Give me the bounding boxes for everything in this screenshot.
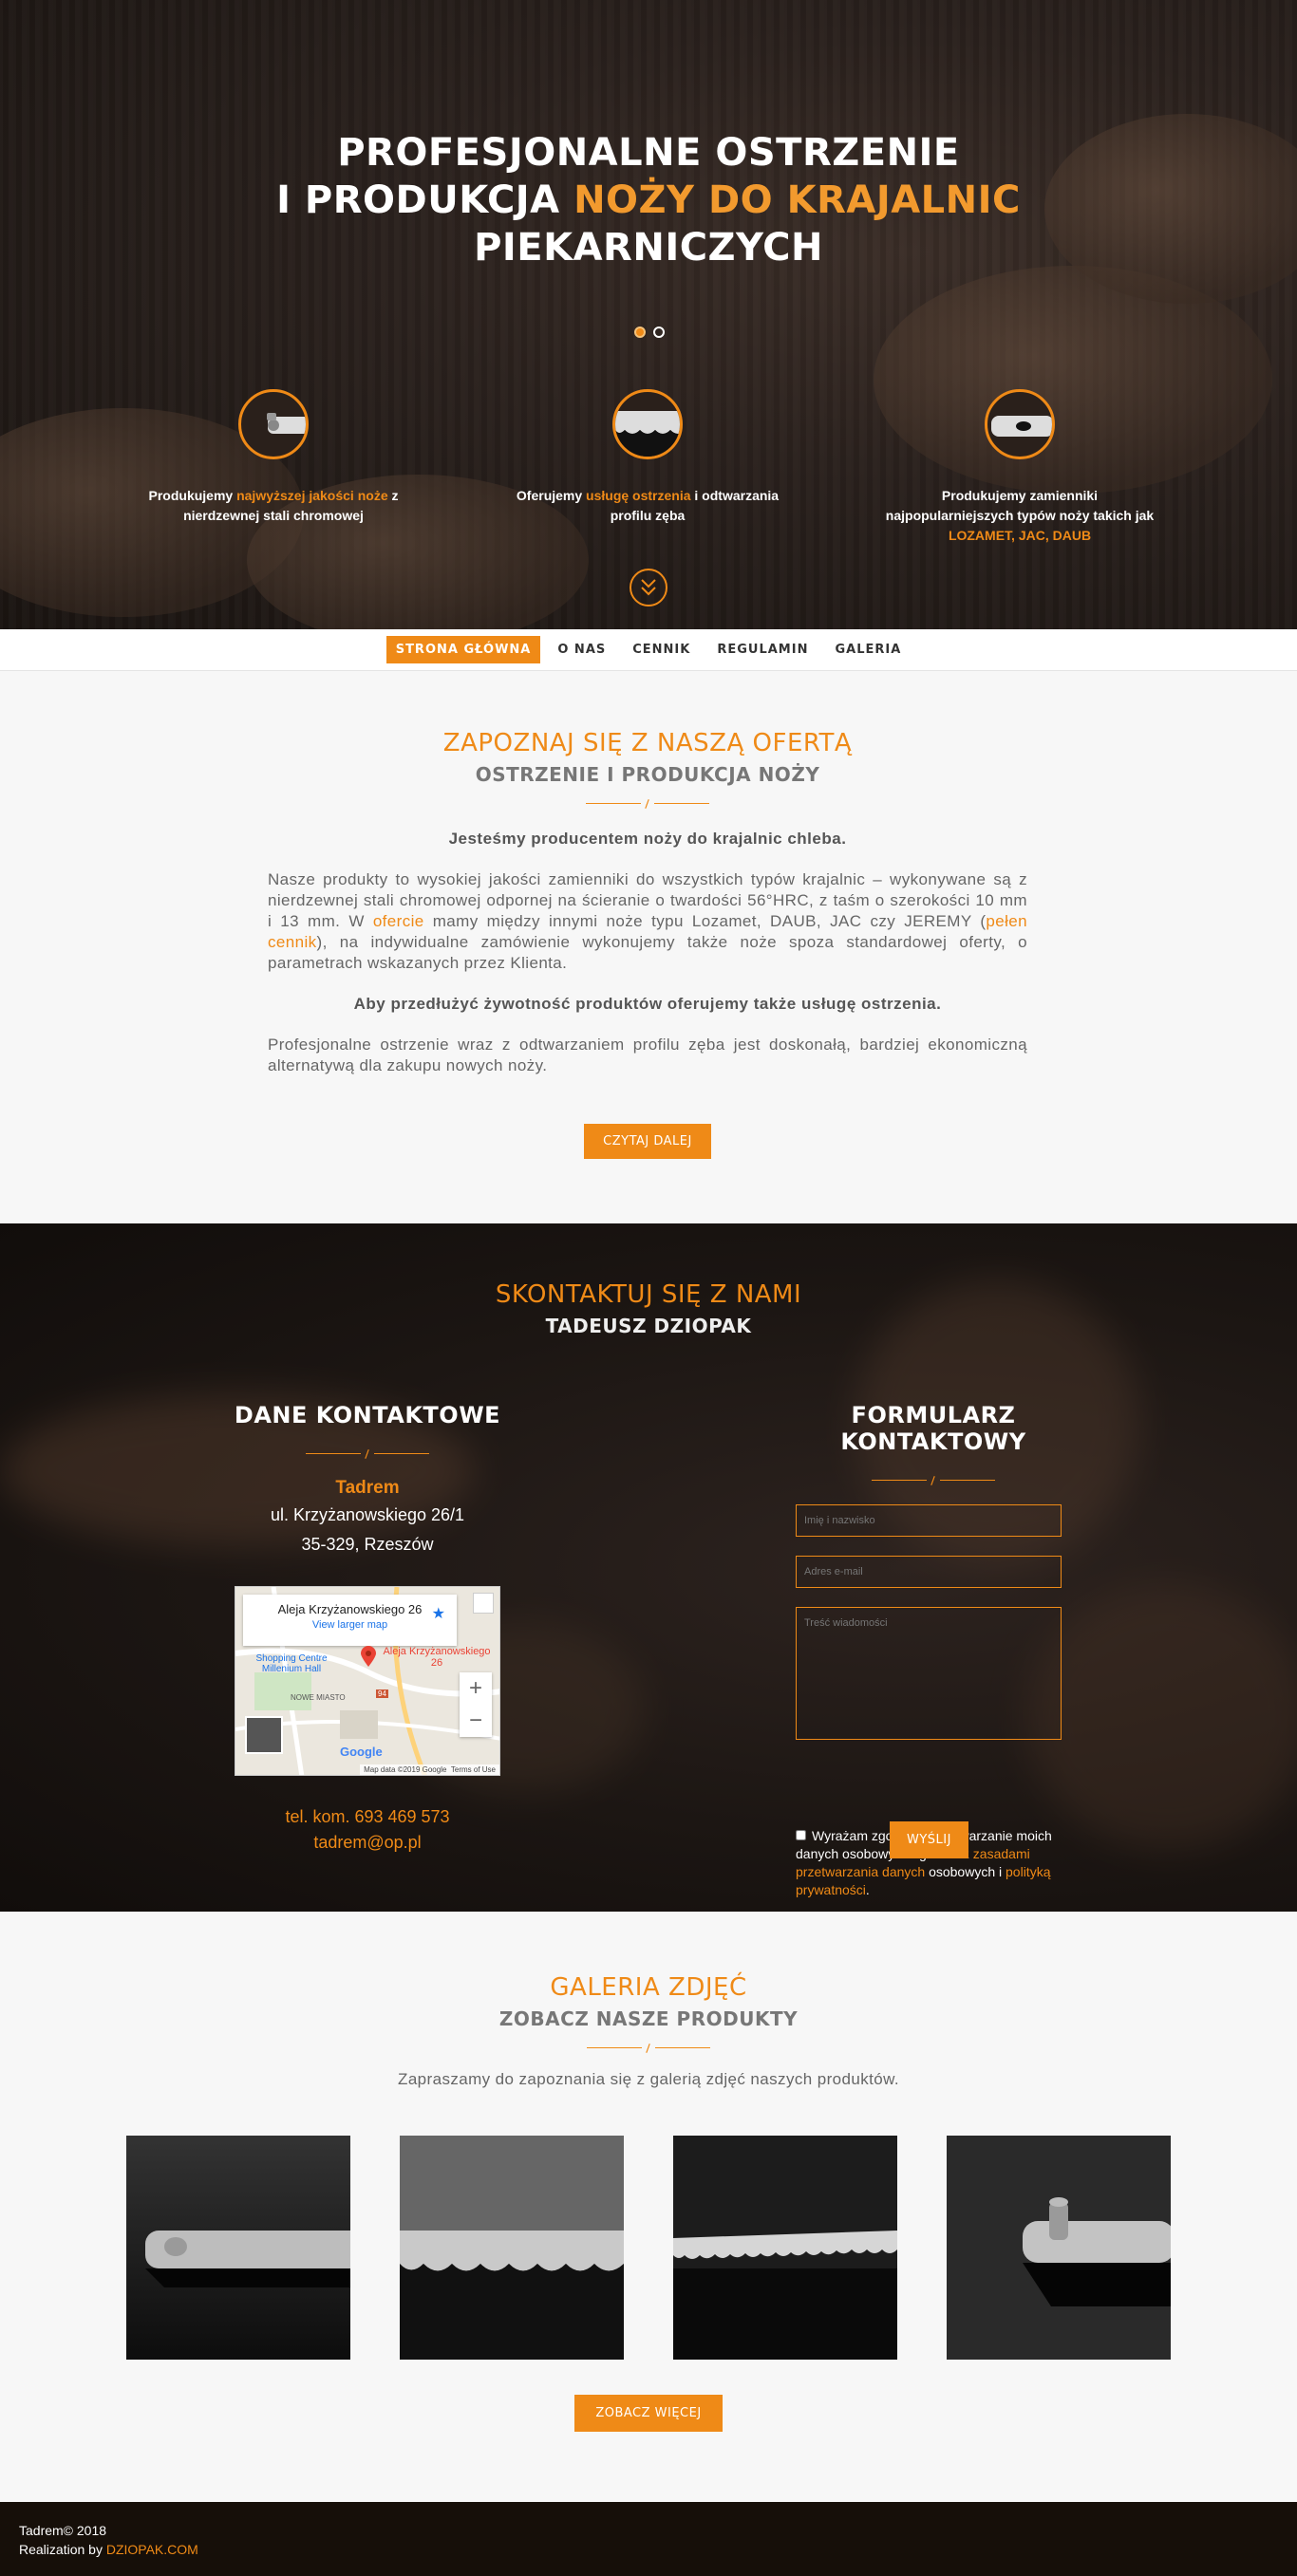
offer-paragraph-1: Nasze produkty to wysokiej jakości zamie… — [268, 870, 1027, 972]
google-map[interactable]: Aleja Krzyżanowskiego 26 View larger map… — [235, 1586, 500, 1776]
consent-checkbox[interactable] — [796, 1830, 806, 1840]
nav-item-terms[interactable]: REGULAMIN — [707, 636, 818, 663]
knife-holder-icon — [238, 389, 309, 459]
feature-3: Produkujemy zamienniki najpopularniejszy… — [877, 389, 1162, 546]
slider-dots — [634, 327, 665, 338]
zoom-in-icon[interactable]: + — [460, 1672, 492, 1705]
divider — [306, 1449, 429, 1459]
contact-details-title: DANE KONTAKTOWE — [234, 1402, 501, 1428]
gallery-thumb-3[interactable] — [673, 2136, 897, 2360]
main-nav: STRONA GŁÓWNA O NAS CENNIK REGULAMIN GAL… — [0, 629, 1297, 671]
gallery-section: GALERIA ZDJĘĆ ZOBACZ NASZE PRODUKTY Zapr… — [0, 1913, 1297, 2501]
email-link[interactable]: tadrem@op.pl — [197, 1830, 538, 1856]
blade-hole-icon — [985, 389, 1055, 459]
gallery-thumb-1[interactable] — [126, 2136, 350, 2360]
feature-2: Oferujemy usługę ostrzenia i odtwarzania… — [505, 389, 790, 526]
feature-1-highlight: najwyższej jakości noże — [236, 488, 388, 503]
offer-link[interactable]: ofercie — [373, 912, 424, 930]
hero-title-line1: PROFESJONALNE OSTRZENIE — [337, 131, 960, 175]
contact-form: FORMULARZ KONTAKTOWY — [762, 1402, 1104, 1740]
map-info-card: Aleja Krzyżanowskiego 26 View larger map… — [243, 1595, 457, 1646]
map-pin-label: Aleja Krzyżanowskiego 26 — [383, 1646, 491, 1669]
see-more-button[interactable]: ZOBACZ WIĘCEJ — [574, 2395, 723, 2432]
zoom-out-icon[interactable]: − — [460, 1705, 492, 1737]
nav-item-gallery[interactable]: GALERIA — [825, 636, 911, 663]
contact-details: DANE KONTAKTOWE Tadrem ul. Krzyżanowskie… — [197, 1402, 538, 1856]
contact-section: SKONTAKTUJ SIĘ Z NAMI TADEUSZ DZIOPAK DA… — [0, 1223, 1297, 1912]
submit-button[interactable]: WYŚLIJ — [890, 1821, 968, 1858]
offer-section: ZAPOZNAJ SIĘ Z NASZĄ OFERTĄ OSTRZENIE I … — [0, 672, 1297, 1223]
hero-section: PROFESJONALNE OSTRZENIE I PRODUKCJA NOŻY… — [0, 0, 1297, 629]
chevron-double-down-icon — [641, 579, 656, 596]
gallery-title: GALERIA ZDJĘĆ — [550, 1973, 747, 2002]
slider-dot-2[interactable] — [653, 327, 665, 338]
toothed-knife-photo-image — [673, 2136, 897, 2360]
divider — [586, 799, 709, 809]
gallery-thumb-2[interactable] — [400, 2136, 624, 2360]
name-field[interactable] — [796, 1504, 1062, 1537]
address-city: 35-329, Rzeszów — [301, 1535, 434, 1554]
hero-title: PROFESJONALNE OSTRZENIE I PRODUKCJA NOŻY… — [0, 129, 1297, 271]
nav-item-about[interactable]: O NAS — [548, 636, 615, 663]
offer-lead: Jesteśmy producentem noży do krajalnic c… — [448, 830, 847, 848]
map-poi-label: Shopping Centre Millenium Hall — [255, 1653, 328, 1674]
offer-subtitle: OSTRZENIE I PRODUKCJA NOŻY — [475, 763, 820, 786]
divider — [587, 2044, 710, 2053]
serrated-blade-icon — [612, 389, 683, 459]
copyright-text: Tadrem© 2018 — [19, 2523, 107, 2538]
gallery-thumb-4[interactable] — [947, 2136, 1171, 2360]
gallery-text: Zapraszamy do zapoznania się z galerią z… — [398, 2070, 899, 2088]
map-road-label: 94 — [376, 1689, 388, 1698]
map-district-label: NOWE MIASTO — [291, 1693, 346, 1702]
serrated-knife-photo-image — [400, 2136, 624, 2360]
fullscreen-icon[interactable] — [473, 1593, 494, 1614]
hero-title-highlight: NOŻY DO KRAJALNIC — [573, 178, 1021, 222]
realization-text: Realization by DZIOPAK.COM — [19, 2542, 198, 2557]
phone-number[interactable]: tel. kom. 693 469 573 — [197, 1804, 538, 1830]
slider-dot-1[interactable] — [634, 327, 646, 338]
feature-3-highlight: LOZAMET, JAC, DAUB — [948, 528, 1092, 543]
hero-title-line2-prefix: I PRODUKCJA — [276, 178, 574, 222]
knife-pin-photo-image — [947, 2136, 1171, 2360]
read-more-button[interactable]: CZYTAJ DALEJ — [584, 1124, 711, 1159]
feature-2-highlight: usługę ostrzenia — [586, 488, 691, 503]
contact-form-title: FORMULARZ KONTAKTOWY — [840, 1402, 1026, 1455]
map-larger-link[interactable]: View larger map — [253, 1619, 447, 1631]
message-field[interactable] — [796, 1607, 1062, 1740]
company-name: Tadrem — [335, 1478, 400, 1498]
offer-lead-2: Aby przedłużyć żywotność produktów oferu… — [353, 995, 942, 1013]
map-directions-icon[interactable]: ★ — [432, 1604, 445, 1623]
map-pin-icon — [361, 1646, 376, 1667]
hero-title-line3: PIEKARNICZYCH — [474, 226, 823, 270]
map-place-name: Aleja Krzyżanowskiego 26 — [277, 1602, 423, 1616]
offer-title: ZAPOZNAJ SIĘ Z NASZĄ OFERTĄ — [442, 729, 853, 757]
map-attribution: Map data ©2019 Google Terms of Use — [360, 1764, 499, 1775]
address-street: ul. Krzyżanowskiego 26/1 — [270, 1505, 465, 1524]
knife-photo-image — [126, 2136, 350, 2360]
scroll-down-button[interactable] — [630, 569, 667, 607]
footer: Tadrem© 2018 Realization by DZIOPAK.COM — [0, 2502, 1297, 2576]
feature-1: Produkujemy najwyższej jakości noże z ni… — [131, 389, 416, 526]
contact-title: SKONTAKTUJ SIĘ Z NAMI — [495, 1280, 802, 1309]
email-field[interactable] — [796, 1556, 1062, 1588]
nav-item-pricing[interactable]: CENNIK — [623, 636, 700, 663]
realization-link[interactable]: DZIOPAK.COM — [106, 2542, 198, 2557]
google-logo: Google — [340, 1745, 383, 1759]
map-zoom-controls: + − — [460, 1672, 492, 1737]
offer-paragraph-2: Profesjonalne ostrzenie wraz z odtwarzan… — [268, 1036, 1027, 1074]
map-terms-link[interactable]: Terms of Use — [451, 1765, 496, 1774]
divider — [872, 1476, 995, 1485]
gallery-subtitle: ZOBACZ NASZE PRODUKTY — [498, 2007, 799, 2030]
nav-item-home[interactable]: STRONA GŁÓWNA — [385, 636, 541, 663]
satellite-toggle[interactable] — [245, 1716, 283, 1754]
